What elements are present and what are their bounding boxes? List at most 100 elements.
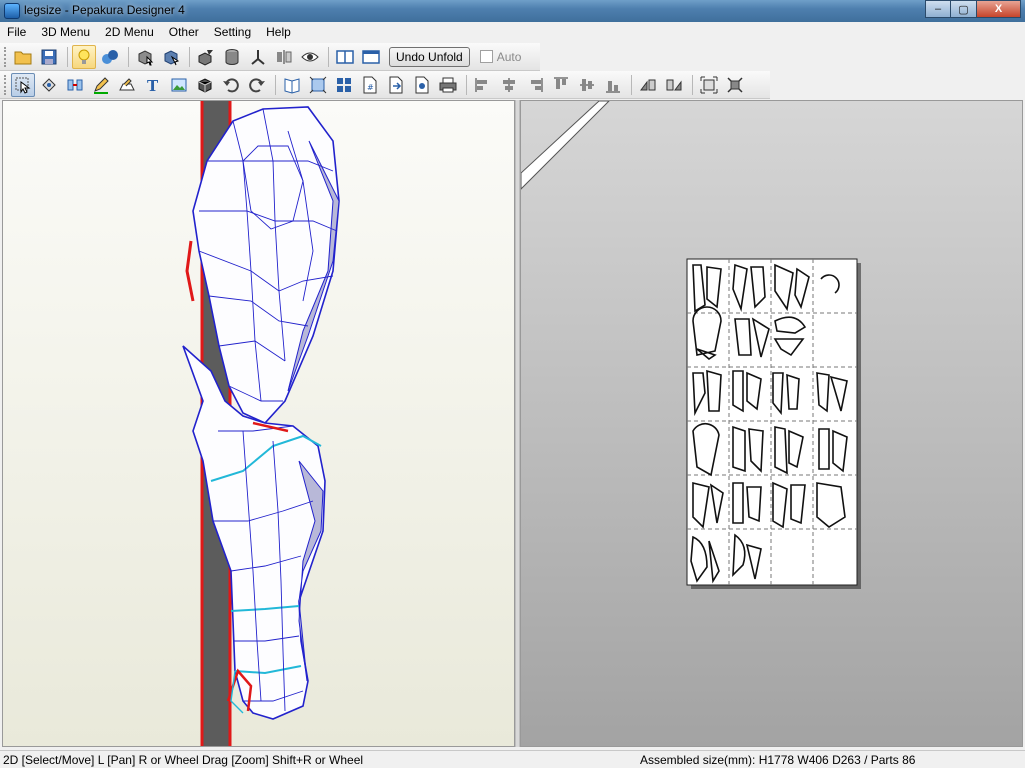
- toolbar-separator: [189, 46, 190, 67]
- unfold-canvas: [521, 101, 861, 589]
- auto-arrange-button[interactable]: [723, 73, 747, 97]
- toolbar-separator: [328, 46, 329, 67]
- align-top-icon: [554, 77, 568, 89]
- cube-arrow-icon: [164, 49, 180, 65]
- menu-help[interactable]: Help: [259, 22, 299, 42]
- distribute-v-button[interactable]: [662, 73, 686, 97]
- eye-icon: [301, 52, 319, 61]
- select-face-button[interactable]: [133, 45, 157, 69]
- grid-button[interactable]: [332, 73, 356, 97]
- undo-unfold-button[interactable]: Undo Unfold: [389, 46, 470, 67]
- undo-button[interactable]: [219, 73, 243, 97]
- rotate-part-button[interactable]: [37, 73, 61, 97]
- disk-icon: [41, 49, 57, 64]
- toolbar-grip[interactable]: [4, 46, 7, 67]
- svg-text:T: T: [147, 77, 159, 94]
- close-button[interactable]: X: [977, 0, 1021, 18]
- toolbar-separator: [631, 74, 632, 95]
- save-button[interactable]: [37, 45, 61, 69]
- axis-button[interactable]: [246, 45, 270, 69]
- minimize-button[interactable]: –: [925, 0, 951, 18]
- texture-button[interactable]: [98, 45, 122, 69]
- cube-cursor-icon: [138, 49, 154, 65]
- page-corner-guide: [521, 101, 610, 190]
- fit-page-button[interactable]: [697, 73, 721, 97]
- view-button[interactable]: [298, 45, 322, 69]
- menu-2d[interactable]: 2D Menu: [98, 22, 162, 42]
- flap-tool-button[interactable]: [115, 73, 139, 97]
- mirror-icon: [277, 49, 292, 64]
- text-tool-button[interactable]: T: [141, 73, 165, 97]
- arrange-button[interactable]: [306, 73, 330, 97]
- box-icon: [198, 77, 212, 93]
- single-view-button[interactable]: [359, 45, 383, 69]
- menu-setting[interactable]: Setting: [207, 22, 259, 42]
- auto-option: Auto: [479, 50, 521, 64]
- folder-icon: [14, 51, 32, 64]
- cylinder-button[interactable]: [220, 45, 244, 69]
- status-mode-hint: 2D [Select/Move] L [Pan] R or Wheel Drag…: [3, 753, 364, 767]
- select-move-button[interactable]: [11, 72, 35, 97]
- menu-file[interactable]: File: [0, 22, 34, 42]
- bulb-icon: [78, 49, 90, 64]
- auto-checkbox[interactable]: [479, 50, 493, 63]
- undo-icon: [223, 77, 239, 92]
- auto-arrange-icon: [727, 76, 743, 93]
- page-number-button[interactable]: #: [358, 73, 382, 97]
- edit-toolbar: T #: [0, 71, 770, 99]
- window-controls: – ▢ X: [925, 0, 1021, 18]
- main-toolbar: Undo Unfold Auto: [0, 43, 540, 71]
- menu-other[interactable]: Other: [162, 22, 207, 42]
- cylinder-icon: [225, 48, 239, 65]
- distribute-h-button[interactable]: [636, 73, 660, 97]
- unfold-2d-view[interactable]: [520, 100, 1023, 747]
- toolbar-grip[interactable]: [4, 74, 7, 95]
- numbered-page-icon: #: [363, 76, 377, 93]
- model-3d-view[interactable]: [2, 100, 515, 747]
- maximize-button[interactable]: ▢: [951, 0, 977, 18]
- redo-button[interactable]: [245, 73, 269, 97]
- select-edge-button[interactable]: [159, 45, 183, 69]
- light-button[interactable]: [72, 44, 96, 69]
- printer-icon: [439, 77, 457, 92]
- status-bar: 2D [Select/Move] L [Pan] R or Wheel Drag…: [0, 750, 1025, 768]
- pointer-icon: [15, 77, 31, 94]
- align-bottom-button[interactable]: [601, 73, 625, 97]
- book-icon: [284, 77, 300, 94]
- rotate-shape-icon: [42, 77, 56, 92]
- flaps-button[interactable]: [194, 45, 218, 69]
- toolbar-separator: [128, 46, 129, 67]
- image-tool-button[interactable]: [167, 73, 191, 97]
- picture-icon: [171, 78, 187, 91]
- axis-icon: [251, 49, 265, 65]
- title-bar[interactable]: legsize - Pepakura Designer 4 – ▢ X: [0, 0, 1025, 22]
- align-right-button[interactable]: [523, 73, 547, 97]
- box-tool-button[interactable]: [193, 73, 217, 97]
- align-center-icon: [503, 77, 515, 92]
- distribute-h-icon: [640, 79, 656, 90]
- align-bottom-icon: [606, 80, 620, 92]
- app-icon: [4, 3, 20, 19]
- image-export-button[interactable]: [410, 73, 434, 97]
- align-top-button[interactable]: [549, 73, 573, 97]
- toolbar-separator: [466, 74, 467, 95]
- join-edge-button[interactable]: [63, 73, 87, 97]
- mirror-button[interactable]: [272, 45, 296, 69]
- menu-3d[interactable]: 3D Menu: [34, 22, 98, 42]
- split-view-button[interactable]: [333, 45, 357, 69]
- line-tool-button[interactable]: [89, 73, 113, 97]
- arrange-icon: [309, 76, 327, 93]
- split-window-icon: [336, 49, 354, 64]
- svg-text:#: #: [367, 83, 374, 92]
- print-button[interactable]: [436, 73, 460, 97]
- toolbar-separator: [692, 74, 693, 95]
- page-layout-button[interactable]: [280, 73, 304, 97]
- align-middle-button[interactable]: [575, 73, 599, 97]
- export-button[interactable]: [384, 73, 408, 97]
- align-left-button[interactable]: [471, 73, 495, 97]
- spheres-icon: [102, 49, 118, 64]
- menu-bar: File 3D Menu 2D Menu Other Setting Help: [0, 22, 1025, 42]
- open-button[interactable]: [11, 45, 35, 69]
- align-center-h-button[interactable]: [497, 73, 521, 97]
- fit-icon: [700, 76, 718, 93]
